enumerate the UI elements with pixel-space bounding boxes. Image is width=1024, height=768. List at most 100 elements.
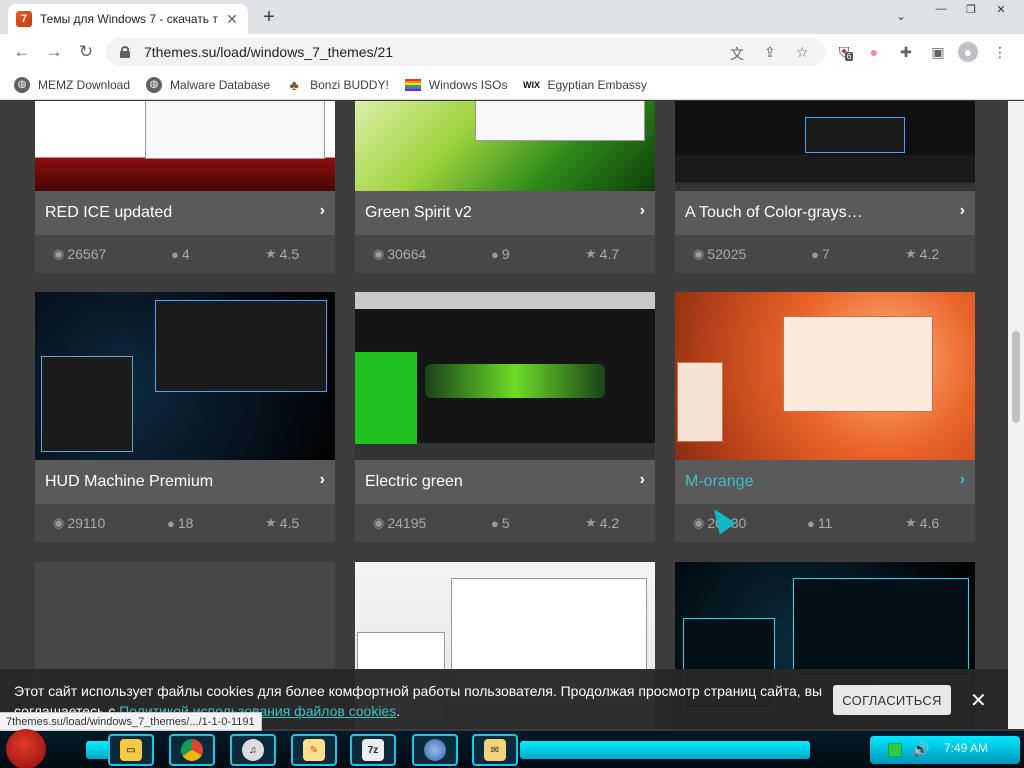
winrar-icon: 7z: [362, 739, 384, 761]
globe-icon: ◍: [14, 76, 30, 93]
start-button-angry-bird-icon[interactable]: [6, 729, 46, 768]
windows-media-icon: [424, 739, 446, 761]
theme-thumbnail[interactable]: [355, 292, 655, 460]
paint-icon: ✎: [303, 739, 325, 761]
theme-thumbnail[interactable]: [35, 292, 335, 460]
comment-icon: ●: [811, 246, 819, 262]
new-tab-button[interactable]: +: [258, 7, 280, 29]
chevron-right-icon[interactable]: ›: [320, 202, 325, 220]
taskbar-app-chrome[interactable]: [169, 734, 215, 766]
taskbar-app-explorer[interactable]: ▭: [108, 734, 154, 766]
restore-button[interactable]: ❐: [956, 0, 986, 18]
minimize-button[interactable]: —: [926, 0, 956, 18]
rating-value: 4.6: [919, 515, 940, 531]
page-scrollbar[interactable]: [1008, 101, 1024, 729]
comment-icon: ●: [491, 515, 499, 531]
chevron-right-icon[interactable]: ›: [320, 471, 325, 489]
chevron-right-icon[interactable]: ›: [640, 202, 645, 220]
taskbar-app-notepad[interactable]: ✉: [472, 734, 518, 766]
tab-strip: 7 Темы для Windows 7 - скачать т ✕ + ⌄ —…: [0, 0, 1024, 34]
rating-value: 4.7: [599, 246, 620, 262]
ublock-extension-icon[interactable]: ⛨ 6: [834, 42, 854, 62]
star-icon: ★: [265, 246, 277, 261]
eye-icon: ◉: [373, 246, 385, 261]
comment-icon: ●: [171, 246, 179, 262]
accept-cookies-button[interactable]: СОГЛАСИТЬСЯ: [833, 685, 951, 715]
comment-count: 4: [181, 246, 190, 262]
page-content: RED ICE updated › ◉ 26567 ● 4 ★ 4.5 Green S…: [0, 101, 1008, 729]
profile-avatar[interactable]: ●: [958, 42, 978, 62]
theme-thumbnail[interactable]: [675, 101, 975, 191]
eye-icon: ◉: [693, 515, 705, 530]
taskbar-app-media-center[interactable]: [412, 734, 458, 766]
bookmark-windows-isos[interactable]: Windows ISOs: [404, 77, 507, 93]
forward-arrow-icon[interactable]: →: [44, 42, 64, 62]
close-icon[interactable]: ✕: [970, 688, 987, 713]
theme-title[interactable]: A Touch of Color-grays…: [685, 204, 863, 222]
extensions-puzzle-icon[interactable]: ✚: [896, 42, 916, 62]
bookmark-bonzi[interactable]: ♣ Bonzi BUDDY!: [286, 77, 389, 93]
translate-icon[interactable]: 文: [730, 44, 744, 64]
comment-count: 7: [821, 246, 830, 262]
theme-card[interactable]: HUD Machine Premium › ◉ 29110 ● 18 ★ 4.5: [35, 292, 335, 542]
theme-title[interactable]: Green Spirit v2: [365, 204, 472, 222]
bookmark-star-icon[interactable]: ☆: [796, 44, 809, 61]
network-icon[interactable]: [888, 743, 902, 757]
lock-icon[interactable]: [120, 46, 130, 58]
star-icon: ★: [265, 515, 277, 530]
star-icon: ★: [905, 246, 917, 261]
comment-count: 11: [817, 515, 833, 531]
wix-icon: WIX: [522, 79, 540, 90]
tab-search-icon[interactable]: ⌄: [896, 9, 906, 23]
notepad-icon: ✉: [484, 739, 506, 761]
theme-card[interactable]: Green Spirit v2 › ◉ 30664 ● 9 ★ 4.7: [355, 101, 655, 273]
chevron-right-icon[interactable]: ›: [960, 202, 965, 220]
theme-card[interactable]: RED ICE updated › ◉ 26567 ● 4 ★ 4.5: [35, 101, 335, 273]
tab-close-icon[interactable]: ✕: [224, 11, 240, 28]
view-count: 24195: [387, 515, 427, 531]
star-icon: ★: [905, 515, 917, 530]
bookmark-egyptian-embassy[interactable]: WIX Egyptian Embassy: [522, 77, 647, 93]
theme-thumbnail[interactable]: [355, 101, 655, 191]
theme-title[interactable]: RED ICE updated: [45, 204, 172, 222]
comment-icon: ●: [491, 246, 499, 262]
address-bar[interactable]: 7themes.su/load/windows_7_themes/21 文 ⇪ …: [106, 38, 826, 66]
more-menu-icon[interactable]: ⋮: [990, 42, 1010, 62]
theme-card[interactable]: Electric green › ◉ 24195 ● 5 ★ 4.2: [355, 292, 655, 542]
scrollbar-thumb[interactable]: [1012, 331, 1020, 423]
chevron-right-icon[interactable]: ›: [640, 471, 645, 489]
flag-extension-icon[interactable]: ●: [864, 42, 884, 62]
star-icon: ★: [585, 246, 597, 261]
comment-count: 9: [501, 246, 510, 262]
chevron-right-icon[interactable]: ›: [960, 471, 965, 489]
taskbar-app-winrar[interactable]: 7z: [350, 734, 396, 766]
headphones-icon: ♫: [242, 739, 264, 761]
chrome-icon: [181, 739, 203, 761]
rating-value: 4.5: [279, 515, 300, 531]
taskbar-app-media-player[interactable]: ♫: [230, 734, 276, 766]
taskbar-app-paint[interactable]: ✎: [291, 734, 337, 766]
system-clock[interactable]: 7:49 AM: [944, 741, 988, 755]
theme-card[interactable]: A Touch of Color-grays… › ◉ 52025 ● 7 ★ 4.2: [675, 101, 975, 273]
share-icon[interactable]: ⇪: [764, 44, 776, 61]
eye-icon: ◉: [693, 246, 705, 261]
folder-icon: ▭: [120, 739, 142, 761]
side-panel-icon[interactable]: ▣: [928, 42, 948, 62]
theme-title[interactable]: HUD Machine Premium: [45, 473, 213, 491]
close-window-button[interactable]: ✕: [986, 0, 1016, 18]
bookmark-memz[interactable]: ◍ MEMZ Download: [14, 76, 130, 93]
url-text: 7themes.su/load/windows_7_themes/21: [144, 44, 394, 60]
back-arrow-icon[interactable]: ←: [12, 42, 32, 62]
tab-active[interactable]: 7 Темы для Windows 7 - скачать т ✕: [8, 4, 248, 34]
theme-title[interactable]: Electric green: [365, 473, 463, 491]
theme-thumbnail[interactable]: [675, 292, 975, 460]
extension-badge: 6: [844, 51, 854, 61]
tab-title: Темы для Windows 7 - скачать т: [40, 12, 218, 26]
bookmarks-bar: ◍ MEMZ Download ◍ Malware Database ♣ Bon…: [0, 70, 1024, 100]
eye-icon: ◉: [373, 515, 385, 530]
theme-title[interactable]: M-orange: [685, 473, 753, 491]
bookmark-malware-db[interactable]: ◍ Malware Database: [146, 76, 270, 93]
volume-icon[interactable]: 🔊: [912, 741, 929, 758]
reload-icon[interactable]: ↻: [76, 42, 96, 62]
theme-thumbnail[interactable]: [35, 101, 335, 191]
